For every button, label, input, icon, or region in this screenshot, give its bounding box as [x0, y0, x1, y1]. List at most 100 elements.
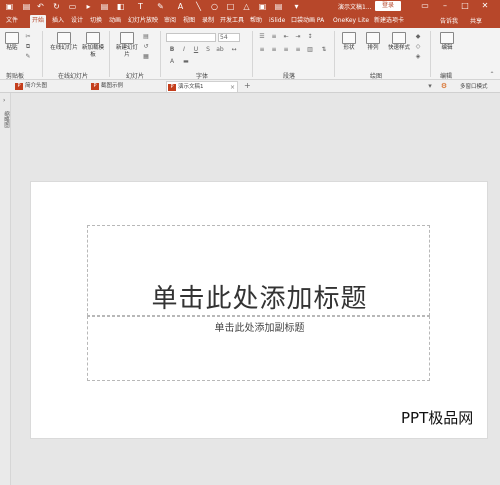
rectangle-icon[interactable]: □	[226, 2, 235, 11]
ribbon-tab-bar: 文件 开始 插入 设计 切换 动画 幻灯片放映 审阅 视图 录制 开发工具 帮助…	[0, 13, 500, 28]
group-separator	[252, 31, 253, 77]
cut-icon[interactable]: ✂	[24, 33, 32, 40]
italic-icon[interactable]: I	[180, 46, 188, 53]
login-button[interactable]: 登录	[375, 1, 401, 11]
document-tab-strip: P 简介头图 P 截图示例 P 演示文稿1 × + ▾ ⚙ 多窗口模式	[0, 80, 500, 93]
doc-tab-presentation1[interactable]: P 演示文稿1 ×	[166, 81, 238, 92]
close-tab-icon[interactable]: ×	[230, 82, 235, 93]
tab-islide[interactable]: iSlide	[267, 15, 287, 28]
text-icon[interactable]: T	[136, 2, 145, 11]
customize-icon[interactable]: ▾	[292, 2, 301, 11]
add-tab-icon[interactable]: +	[244, 81, 251, 90]
quick-access-icon-5[interactable]: ▤	[274, 2, 283, 11]
group-separator	[42, 31, 43, 77]
paste-button[interactable]: 粘贴	[4, 32, 20, 52]
redo-icon[interactable]: ↻	[52, 2, 61, 11]
quick-access-icon-2[interactable]: ▤	[100, 2, 109, 11]
expand-pane-icon[interactable]: ›	[3, 97, 5, 104]
tab-help[interactable]: 帮助	[248, 15, 264, 28]
tab-review[interactable]: 审阅	[162, 15, 178, 28]
highlight-icon[interactable]: ▬	[182, 58, 190, 65]
thumbnail-pane[interactable]: › 缩略图	[0, 93, 11, 485]
increase-indent-icon[interactable]: ⇥	[294, 33, 302, 40]
tab-record[interactable]: 录制	[200, 15, 216, 28]
tab-transitions[interactable]: 切换	[88, 15, 104, 28]
tab-home[interactable]: 开始	[30, 15, 47, 28]
font-name-select[interactable]	[166, 33, 216, 42]
bold-icon[interactable]: B	[168, 46, 176, 53]
group-label-slides: 幻灯片	[126, 73, 145, 80]
tab-slideshow[interactable]: 幻灯片放映	[126, 15, 160, 28]
shadow-icon[interactable]: S	[204, 46, 212, 53]
quick-access-icon-4[interactable]: ▣	[258, 2, 267, 11]
quick-access-icon[interactable]: ▸	[84, 2, 93, 11]
editing-button[interactable]: 编辑	[436, 32, 458, 52]
font-color-icon[interactable]: A	[168, 58, 176, 65]
shape-effects-icon[interactable]: ◈	[414, 53, 422, 60]
pen-icon[interactable]: ✎	[156, 2, 165, 11]
settings-icon[interactable]: ⚙	[440, 82, 448, 90]
close-icon[interactable]: ✕	[480, 1, 490, 11]
template-icon	[86, 32, 100, 44]
tab-onekey-lite[interactable]: OneKey Lite	[331, 15, 371, 28]
format-painter-icon[interactable]: ✎	[24, 53, 32, 60]
tab-new-tab[interactable]: 新建选项卡	[372, 15, 406, 28]
online-slides-button[interactable]: 在线幻灯片	[50, 32, 78, 52]
font-size-select[interactable]: 54	[218, 33, 240, 42]
format-icon[interactable]: A	[176, 2, 185, 11]
bullets-icon[interactable]: ☰	[258, 33, 266, 40]
ribbon-display-icon[interactable]: ▭	[420, 1, 430, 11]
tell-me-search[interactable]: 告诉我	[440, 16, 458, 25]
tab-design[interactable]: 设计	[69, 15, 85, 28]
reset-icon[interactable]: ↺	[142, 43, 150, 50]
align-right-icon[interactable]: ≡	[282, 46, 290, 53]
save-icon[interactable]: ▤	[22, 2, 31, 11]
line-icon[interactable]: ╲	[194, 2, 203, 11]
title-bar: ▣ ▤ ↶ ↻ ▭ ▸ ▤ ◧ T ✎ A ╲ ○ □ △ ▣ ▤ ▾ 演示文稿…	[0, 0, 500, 13]
text-direction-icon[interactable]: ⇅	[320, 46, 328, 53]
circle-icon[interactable]: ○	[210, 2, 219, 11]
triangle-icon[interactable]: △	[242, 2, 251, 11]
copy-icon[interactable]: ⧉	[24, 43, 32, 50]
quick-styles-button[interactable]: 快速样式	[386, 32, 412, 52]
subtitle-placeholder[interactable]: 单击此处添加副标题	[87, 316, 430, 381]
char-spacing-icon[interactable]: ↔	[230, 46, 238, 53]
doc-tab-intro[interactable]: P 简介头图	[14, 81, 86, 92]
layout-icon[interactable]: ▤	[142, 33, 150, 40]
decrease-indent-icon[interactable]: ⇤	[282, 33, 290, 40]
slide-canvas[interactable]: 单击此处添加标题 单击此处添加副标题	[30, 181, 488, 439]
collapse-ribbon-icon[interactable]: ⌃	[488, 71, 496, 78]
title-placeholder[interactable]: 单击此处添加标题	[87, 225, 430, 316]
share-button[interactable]: 共享	[470, 16, 482, 25]
doc-tab-screenshot[interactable]: P 截图示例	[90, 81, 162, 92]
columns-icon[interactable]: ▥	[306, 46, 314, 53]
new-slide-button[interactable]: 新建幻灯片	[114, 32, 140, 59]
shape-outline-icon[interactable]: ◇	[414, 43, 422, 50]
tab-pocket-animation[interactable]: 口袋动画 PA	[289, 15, 326, 28]
tab-animations[interactable]: 动画	[107, 15, 123, 28]
multi-window-toggle[interactable]: 多窗口模式	[460, 82, 488, 90]
new-from-template-button[interactable]: 新加载模板	[80, 32, 106, 59]
numbering-icon[interactable]: ≡	[270, 33, 278, 40]
maximize-icon[interactable]: □	[460, 1, 470, 11]
underline-icon[interactable]: U	[192, 46, 200, 53]
align-left-icon[interactable]: ≡	[258, 46, 266, 53]
section-icon[interactable]: ▦	[142, 53, 150, 60]
undo-icon[interactable]: ↶	[36, 2, 45, 11]
tab-file[interactable]: 文件	[4, 15, 20, 28]
quick-access-icon-3[interactable]: ◧	[116, 2, 125, 11]
align-center-icon[interactable]: ≡	[270, 46, 278, 53]
shape-fill-icon[interactable]: ◆	[414, 33, 422, 40]
tab-dropdown-icon[interactable]: ▾	[426, 82, 434, 90]
shapes-button[interactable]: 形状	[338, 32, 360, 52]
arrange-button[interactable]: 排列	[362, 32, 384, 52]
tab-view[interactable]: 视图	[181, 15, 197, 28]
subtitle-placeholder-text: 单击此处添加副标题	[214, 323, 305, 334]
justify-icon[interactable]: ≡	[294, 46, 302, 53]
minimize-icon[interactable]: –	[440, 1, 450, 11]
present-icon[interactable]: ▭	[68, 2, 77, 11]
tab-insert[interactable]: 插入	[50, 15, 66, 28]
line-spacing-icon[interactable]: ↕	[306, 33, 314, 40]
strikethrough-icon[interactable]: ab	[216, 46, 224, 53]
tab-developer[interactable]: 开发工具	[218, 15, 246, 28]
